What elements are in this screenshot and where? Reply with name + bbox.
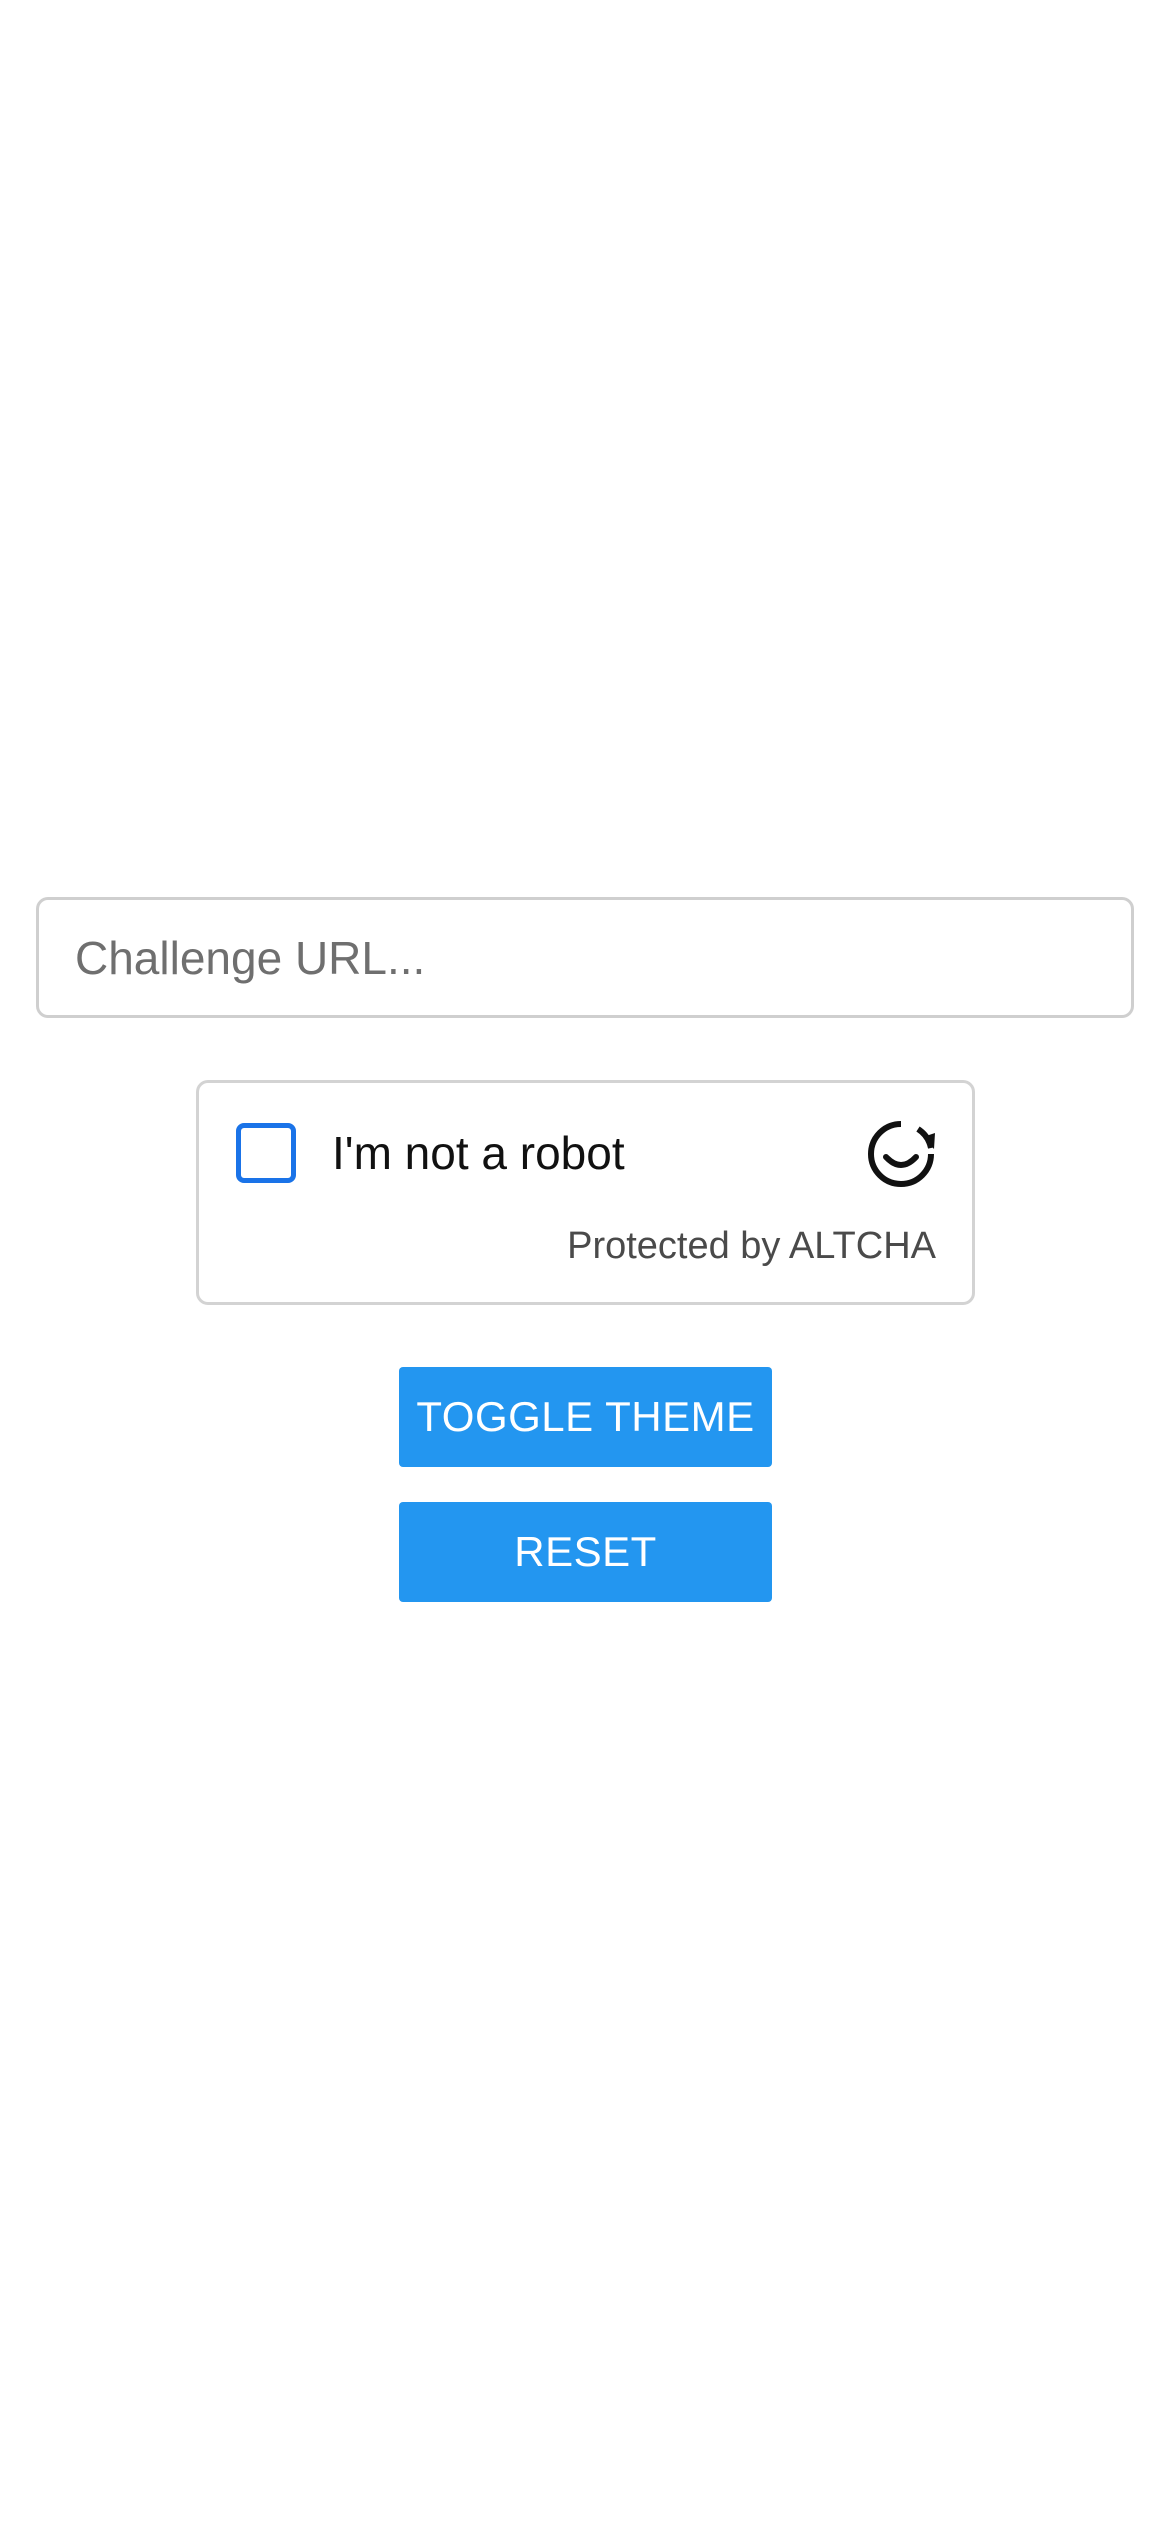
demo-page: I'm not a robot Protected by ALTCHA TOGG… xyxy=(0,0,1170,2532)
altcha-footer: Protected by ALTCHA xyxy=(567,1225,936,1267)
altcha-widget: I'm not a robot Protected by ALTCHA xyxy=(196,1080,975,1305)
altcha-logo-icon xyxy=(868,1121,935,1187)
not-a-robot-checkbox[interactable] xyxy=(236,1123,296,1183)
challenge-url-input[interactable] xyxy=(36,897,1134,1018)
reset-button[interactable]: RESET xyxy=(399,1502,772,1602)
not-a-robot-label[interactable]: I'm not a robot xyxy=(332,1125,625,1181)
toggle-theme-button[interactable]: TOGGLE THEME xyxy=(399,1367,772,1467)
